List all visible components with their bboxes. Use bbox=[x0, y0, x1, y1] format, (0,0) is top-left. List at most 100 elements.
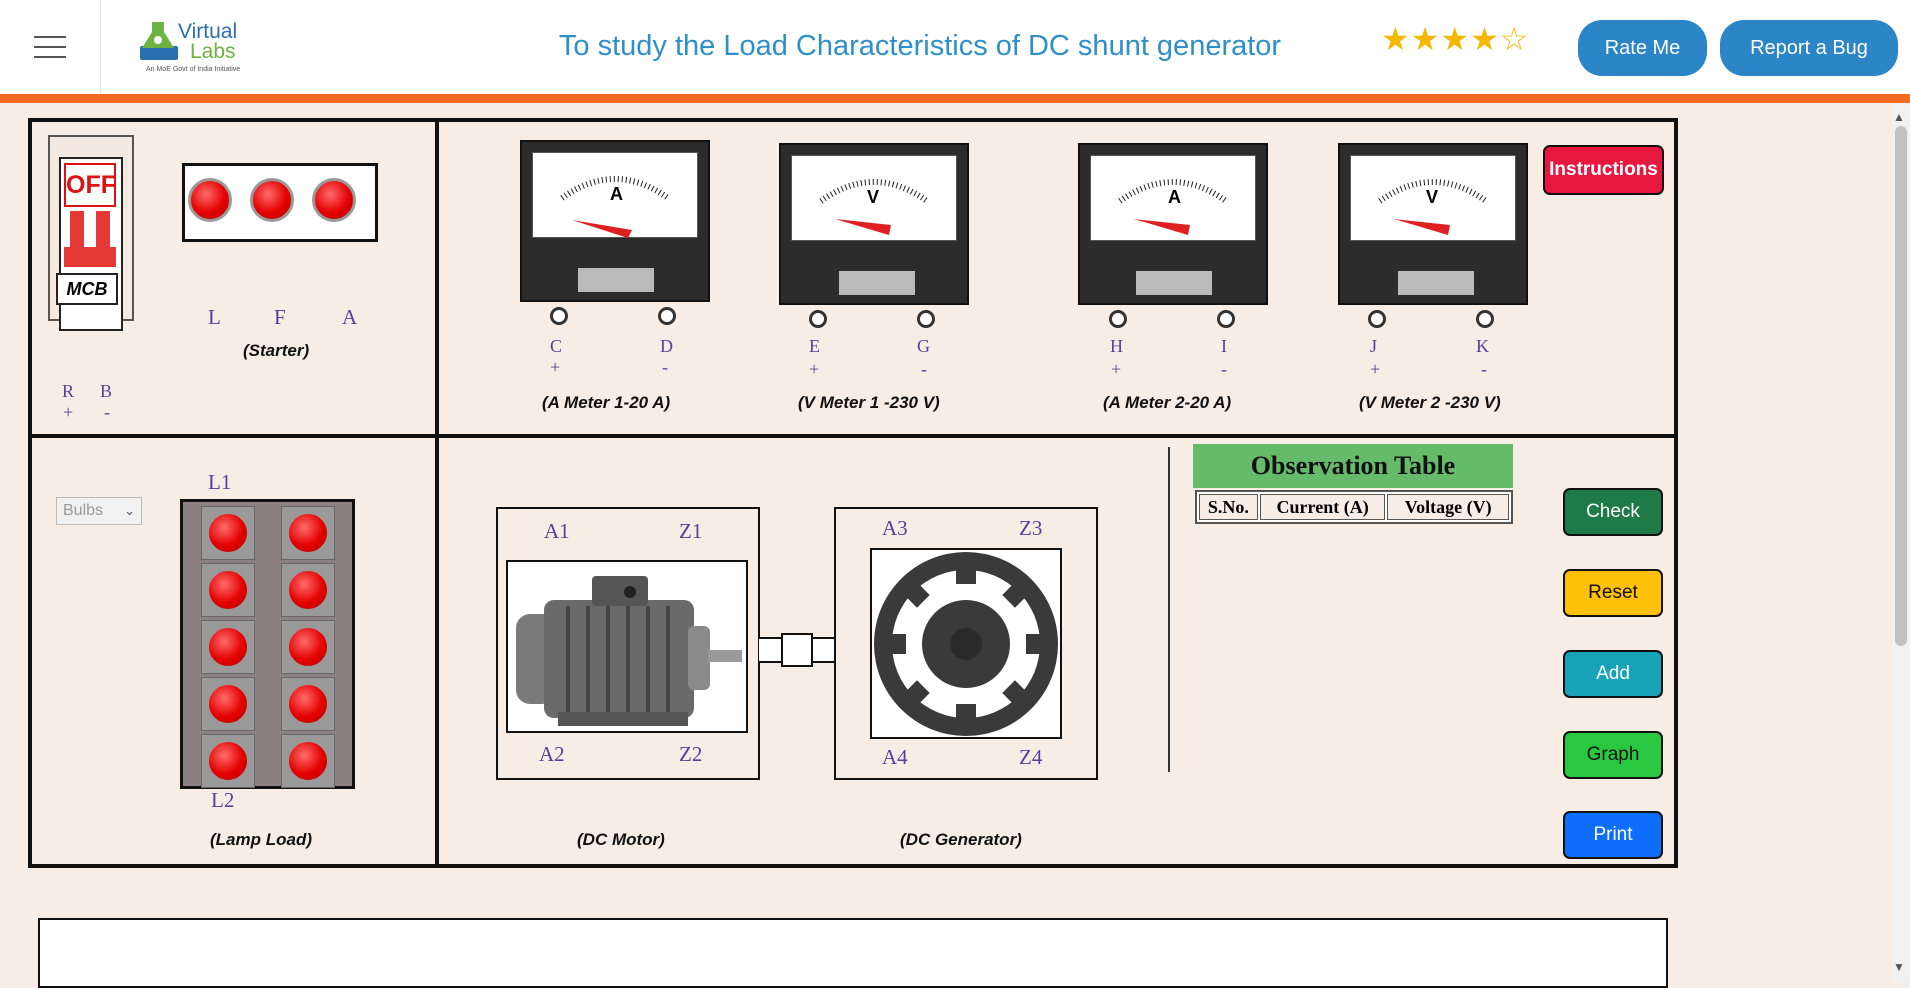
load-lamp bbox=[286, 568, 330, 612]
graph-button[interactable]: Graph bbox=[1563, 731, 1663, 779]
load-lamp bbox=[206, 625, 250, 669]
motor-terminal-z1[interactable]: Z1 bbox=[679, 519, 702, 544]
sign-minus: - bbox=[1481, 359, 1487, 379]
panel-divider-vertical bbox=[435, 118, 439, 868]
motor-terminal-z2[interactable]: Z2 bbox=[679, 742, 702, 767]
sign-plus: + bbox=[1370, 359, 1381, 379]
lamp-load-label: (Lamp Load) bbox=[210, 830, 312, 849]
starter-terminal-a[interactable]: A bbox=[342, 305, 357, 330]
sign-plus: + bbox=[809, 359, 820, 379]
ammeter-1-symbol: A bbox=[610, 184, 623, 204]
sign-minus: - bbox=[921, 359, 927, 379]
meter-terminal-h[interactable] bbox=[1109, 310, 1127, 328]
rate-me-button[interactable]: Rate Me bbox=[1578, 20, 1707, 76]
logo-text-labs: Labs bbox=[190, 40, 236, 63]
generator-terminal-a3[interactable]: A3 bbox=[882, 516, 908, 541]
header-accent-bar bbox=[0, 94, 1910, 103]
generator-rotor-icon bbox=[874, 552, 1058, 736]
lamp-cell bbox=[281, 563, 335, 617]
star-filled-icon[interactable]: ★★★★ bbox=[1381, 21, 1500, 57]
chevron-down-icon: ⌄ bbox=[124, 503, 135, 518]
generator-terminal-z4[interactable]: Z4 bbox=[1019, 745, 1042, 770]
shaft-coupling bbox=[758, 633, 836, 667]
report-bug-button[interactable]: Report a Bug bbox=[1720, 20, 1898, 76]
reset-button[interactable]: Reset bbox=[1563, 569, 1663, 617]
motor-terminal-a1[interactable]: A1 bbox=[544, 519, 570, 544]
mcb-state: OFF bbox=[64, 163, 116, 207]
dc-generator-label: (DC Generator) bbox=[900, 830, 1022, 849]
generator-terminal-a4[interactable]: A4 bbox=[882, 745, 908, 770]
virtual-labs-logo[interactable]: Virtual Labs An MoE Govt of India Initia… bbox=[138, 14, 258, 78]
mcb-toggle[interactable] bbox=[64, 211, 116, 267]
lamp-terminal-l2[interactable]: L2 bbox=[211, 788, 234, 813]
lamp-load-bank bbox=[180, 499, 355, 789]
terminal-label-i: I bbox=[1221, 336, 1227, 356]
starter-terminal-l[interactable]: L bbox=[208, 305, 221, 330]
supply-terminal-r[interactable]: R bbox=[62, 381, 74, 402]
lamp-type-value: Bulbs bbox=[63, 502, 104, 519]
scroll-down-icon[interactable]: ▼ bbox=[1893, 960, 1905, 974]
dc-motor-image bbox=[506, 560, 748, 733]
meter-terminal-j[interactable] bbox=[1368, 310, 1386, 328]
lamp-type-select[interactable]: Bulbs ⌄ bbox=[56, 497, 142, 525]
ammeter-1-label: (A Meter 1-20 A) bbox=[542, 393, 671, 412]
ammeter-2-label: (A Meter 2-20 A) bbox=[1103, 393, 1232, 412]
starter-terminal-f[interactable]: F bbox=[274, 305, 286, 330]
star-empty-icon[interactable]: ☆ bbox=[1500, 21, 1530, 57]
meter-terminal-k[interactable] bbox=[1476, 310, 1494, 328]
ammeter-1: A bbox=[520, 140, 710, 302]
meter-terminal-g[interactable] bbox=[917, 310, 935, 328]
supply-terminal-b[interactable]: B bbox=[100, 381, 112, 402]
meter-terminal-e[interactable] bbox=[809, 310, 827, 328]
add-button[interactable]: Add bbox=[1563, 650, 1663, 698]
terminal-label-j: J bbox=[1370, 336, 1378, 356]
instructions-button[interactable]: Instructions bbox=[1543, 145, 1664, 195]
ammeter-2-symbol: A bbox=[1168, 187, 1181, 207]
sign-minus: - bbox=[1221, 359, 1227, 379]
motor-icon bbox=[516, 576, 742, 726]
column-header-sno: S.No. bbox=[1199, 494, 1258, 520]
voltmeter-2-label: (V Meter 2 -230 V) bbox=[1359, 393, 1501, 412]
meter-terminal-c[interactable] bbox=[550, 307, 568, 325]
starter-lamp bbox=[188, 178, 232, 222]
load-lamp bbox=[206, 682, 250, 726]
load-lamp bbox=[206, 511, 250, 555]
flask-icon bbox=[140, 22, 178, 60]
generator-terminal-z3[interactable]: Z3 bbox=[1019, 516, 1042, 541]
observation-table-header: S.No. Current (A) Voltage (V) bbox=[1195, 490, 1513, 524]
supply-sign-minus: - bbox=[104, 402, 110, 422]
load-lamp bbox=[286, 682, 330, 726]
motor-terminal-a2[interactable]: A2 bbox=[539, 742, 565, 767]
scroll-up-icon[interactable]: ▲ bbox=[1893, 110, 1905, 124]
terminal-label-e: E bbox=[809, 336, 820, 356]
mcb-switch[interactable]: OFF MCB bbox=[48, 135, 134, 331]
panel-divider-horizontal bbox=[28, 434, 1678, 438]
hamburger-menu-icon[interactable] bbox=[0, 0, 101, 94]
meter-terminal-i[interactable] bbox=[1217, 310, 1235, 328]
scrollbar-thumb[interactable] bbox=[1895, 126, 1907, 646]
column-header-voltage: Voltage (V) bbox=[1387, 494, 1509, 520]
meter-terminal-d[interactable] bbox=[658, 307, 676, 325]
check-button[interactable]: Check bbox=[1563, 488, 1663, 536]
lamp-cell bbox=[281, 506, 335, 560]
output-box bbox=[38, 918, 1668, 988]
lamp-terminal-l1[interactable]: L1 bbox=[208, 470, 231, 495]
lamp-cell bbox=[201, 563, 255, 617]
terminal-label-k: K bbox=[1476, 336, 1489, 356]
voltmeter-2-symbol: V bbox=[1426, 187, 1439, 207]
terminal-label-d: D bbox=[660, 336, 673, 356]
lamp-cell bbox=[201, 506, 255, 560]
load-lamp bbox=[286, 511, 330, 555]
dc-generator-image bbox=[870, 548, 1062, 739]
print-button[interactable]: Print bbox=[1563, 811, 1663, 859]
voltmeter-1: V bbox=[779, 143, 969, 305]
terminal-label-g: G bbox=[917, 336, 930, 356]
column-header-current: Current (A) bbox=[1259, 494, 1386, 520]
terminal-label-c: C bbox=[550, 336, 563, 356]
sign-minus: - bbox=[662, 357, 668, 377]
rating-stars[interactable]: ★★★★☆ bbox=[1381, 20, 1529, 58]
ammeter-2: A bbox=[1078, 143, 1268, 305]
page-title: To study the Load Characteristics of DC … bbox=[558, 30, 1282, 62]
lamp-cell bbox=[201, 620, 255, 674]
starter-lamp bbox=[250, 178, 294, 222]
